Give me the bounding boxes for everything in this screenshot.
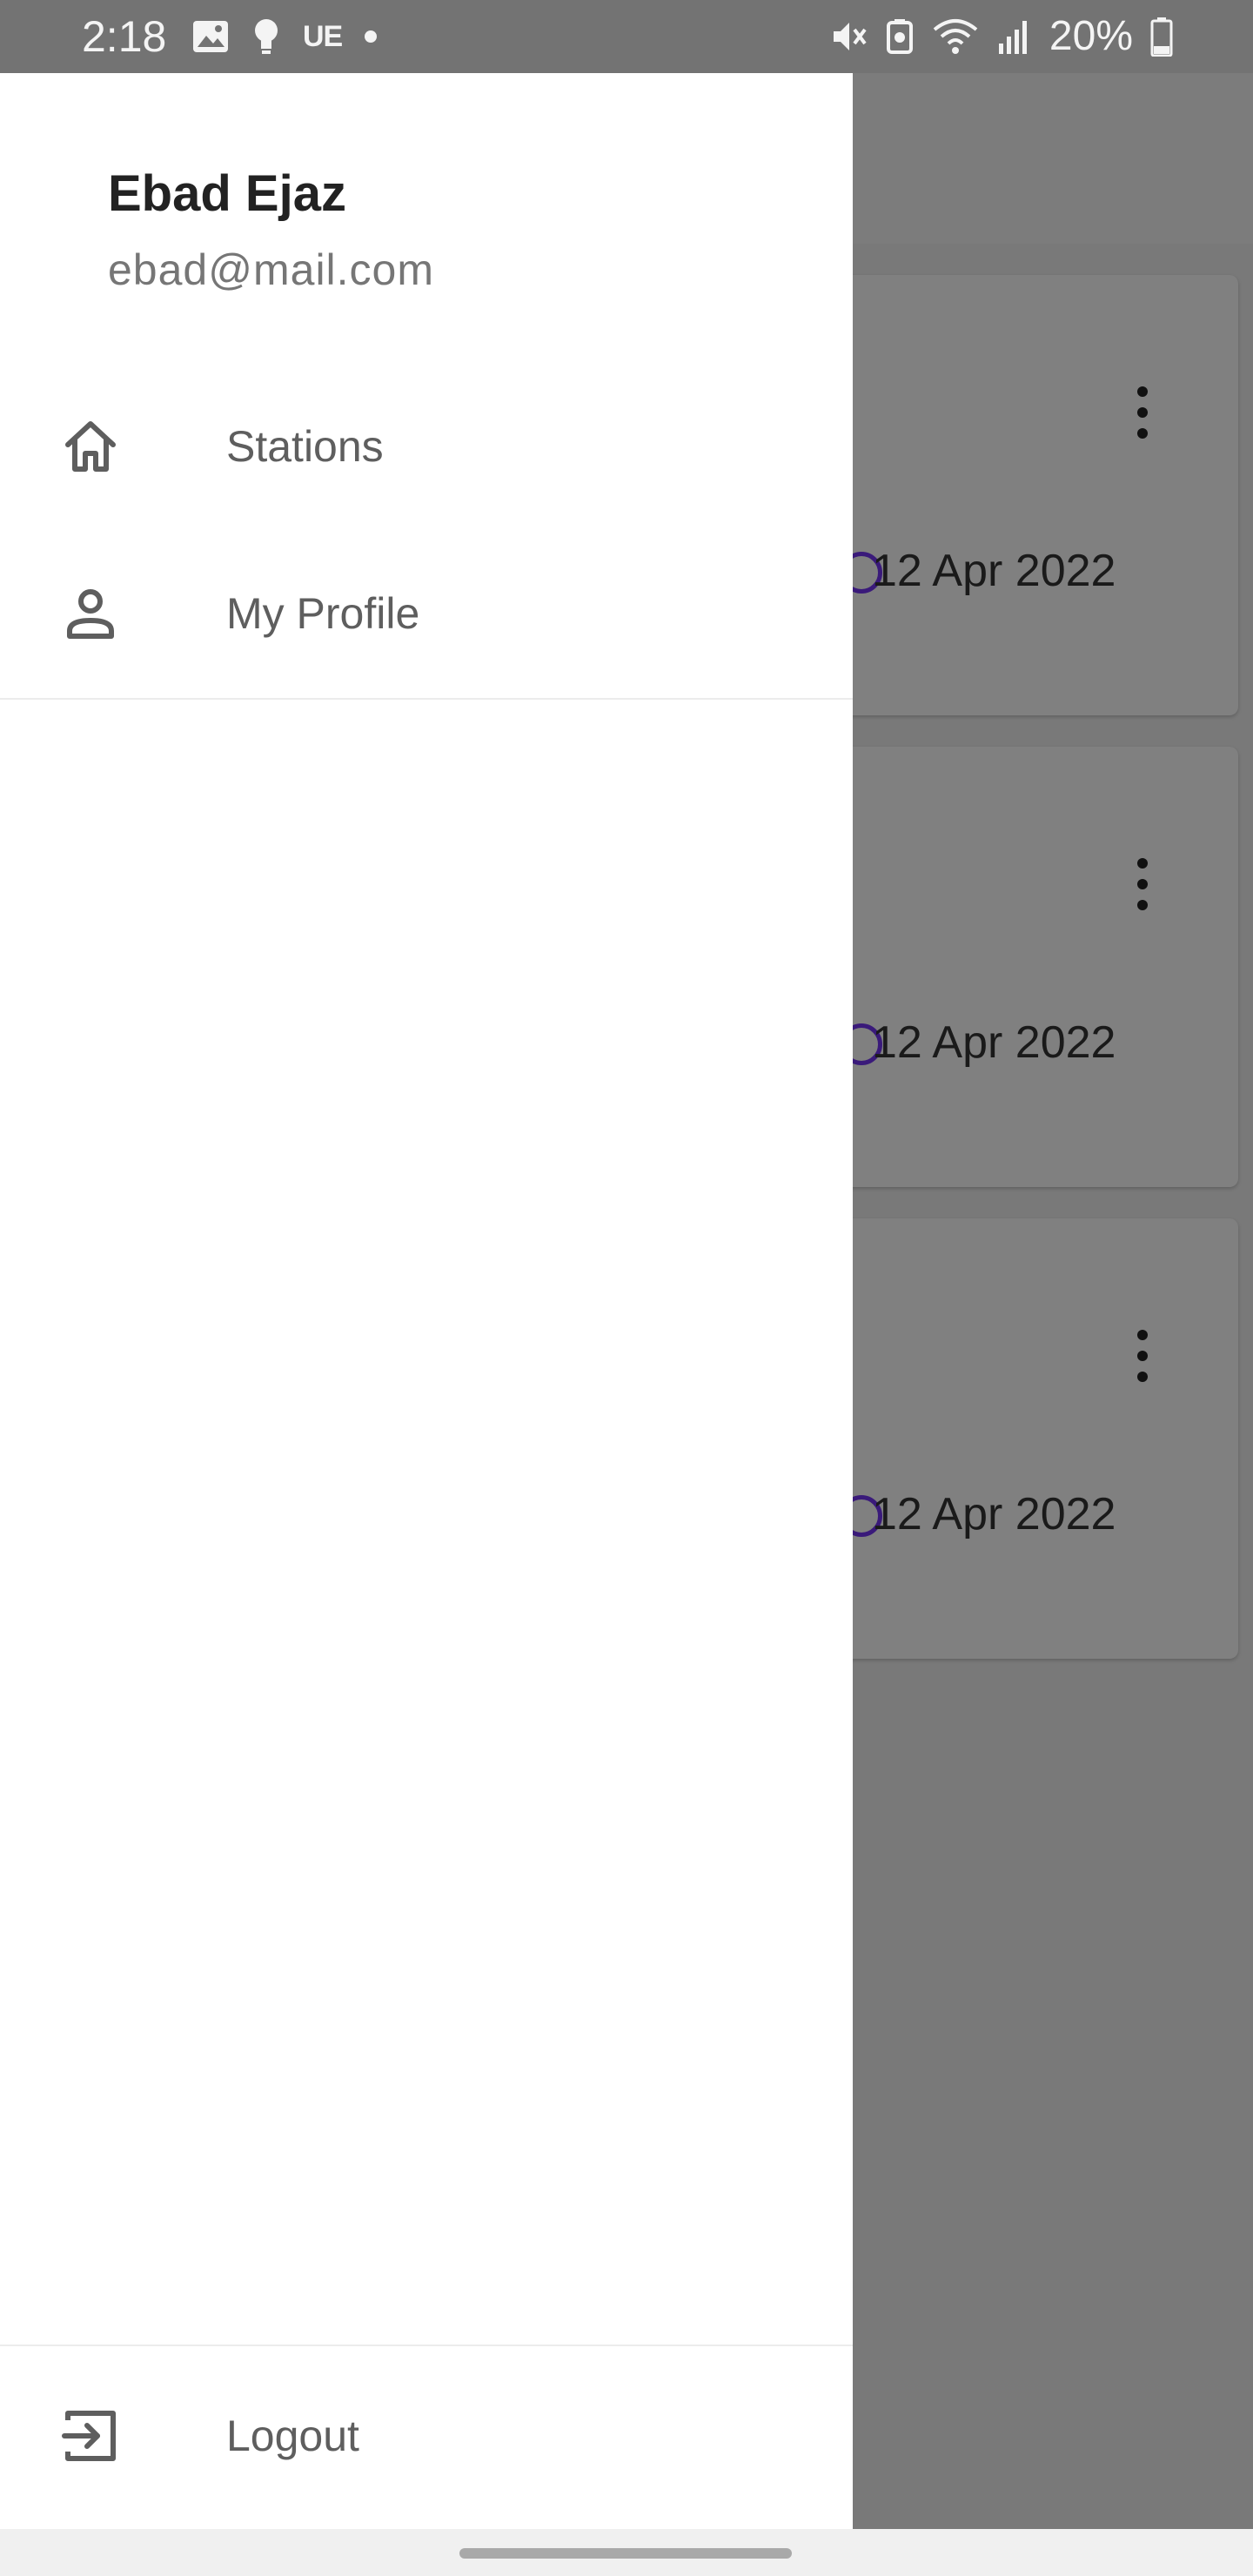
logout-label: Logout	[226, 2412, 359, 2460]
dot-icon	[365, 30, 378, 43]
more-options-icon	[1137, 858, 1148, 910]
bulb-icon	[255, 19, 278, 54]
drawer-footer-divider	[0, 2345, 853, 2346]
nav-item-stations[interactable]: Stations	[0, 381, 853, 512]
home-indicator[interactable]	[459, 2548, 792, 2559]
home-icon	[65, 421, 116, 472]
drawer-divider	[0, 698, 853, 700]
nav-item-my-profile[interactable]: My Profile	[0, 548, 853, 679]
more-options-icon	[1137, 1330, 1148, 1382]
carrier-label: UE	[303, 19, 343, 53]
system-nav-bar	[0, 2529, 1253, 2576]
logout-button[interactable]: Logout	[0, 2371, 853, 2501]
nav-item-label: Stations	[226, 422, 384, 471]
status-right-icons: 20%	[830, 9, 1173, 64]
more-options-icon	[1137, 386, 1148, 439]
card-date: 12 Apr 2022	[872, 1489, 1116, 1540]
wifi-icon	[933, 19, 978, 54]
battery-icon	[1150, 17, 1173, 57]
person-icon	[67, 589, 114, 639]
nfc-icon	[886, 19, 913, 54]
signal-icon	[998, 21, 1027, 54]
logout-icon	[62, 2411, 116, 2461]
battery-percent: 20%	[1049, 13, 1133, 59]
card-date: 12 Apr 2022	[872, 546, 1116, 596]
nav-item-label: My Profile	[226, 589, 420, 638]
card-date: 12 Apr 2022	[872, 1017, 1116, 1068]
navigation-drawer: Ebad Ejaz ebad@mail.com Stations My Prof…	[0, 73, 853, 2529]
user-name: Ebad Ejaz	[108, 165, 346, 222]
user-email: ebad@mail.com	[108, 245, 435, 294]
status-bar: 2:18 UE 20%	[0, 0, 1253, 73]
mute-icon	[833, 23, 867, 50]
status-left-icons: UE	[191, 16, 378, 57]
gallery-icon	[193, 21, 228, 52]
status-time: 2:18	[82, 12, 167, 61]
